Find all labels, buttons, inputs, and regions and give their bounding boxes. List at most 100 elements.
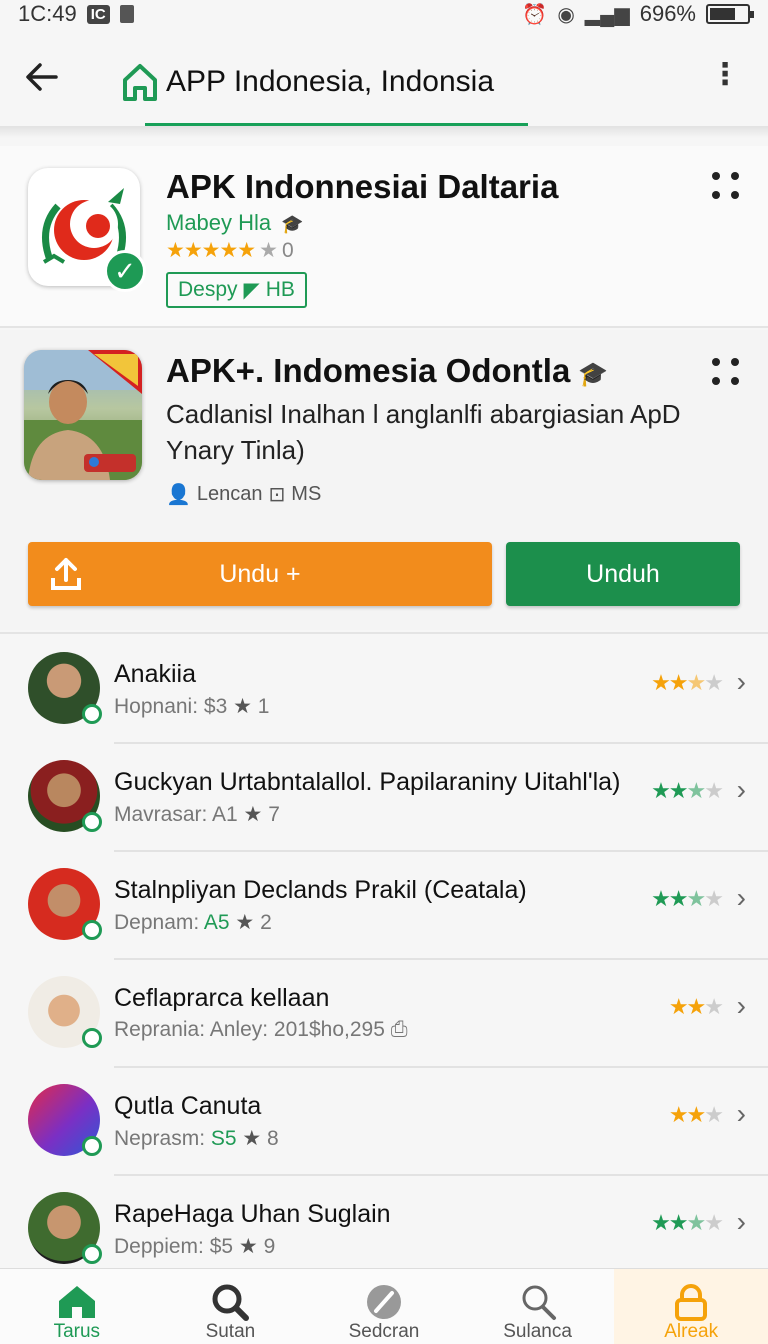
list-item[interactable]: Guckyan Urtabntalallol. Papilaraniny Uit… <box>0 744 768 852</box>
back-arrow-icon[interactable] <box>24 59 72 105</box>
star-rating: ★★★★ <box>651 886 724 912</box>
app-list: Anakiia Hopnani: $3 ★ 1 ★★★★ › Guckyan Urtab… <box>0 636 768 1284</box>
more-options-icon[interactable] <box>712 172 744 204</box>
gamepad-icon: ⊡ <box>268 484 286 506</box>
stars-half: ★ <box>686 886 707 911</box>
do-not-disturb-icon: ◉ <box>557 3 575 26</box>
chevron-right-icon[interactable]: › <box>737 1098 746 1130</box>
star-icon: ★ <box>237 803 269 826</box>
chevron-right-icon[interactable]: › <box>737 666 746 698</box>
status-time: 1C:49 <box>18 1 77 26</box>
online-status-icon <box>82 704 102 724</box>
subtitle-count: 8 <box>267 1127 279 1150</box>
tag-label: Despy <box>178 278 238 301</box>
chevron-right-icon[interactable]: › <box>737 774 746 806</box>
star-rating: ★★★★ <box>651 670 724 696</box>
stars-empty: ★ <box>704 1210 724 1235</box>
stars-empty: ★ <box>704 994 724 1019</box>
subtitle-count: 2 <box>260 911 272 934</box>
nav-item-lock[interactable]: Alreak <box>614 1269 768 1344</box>
subtitle-text: Deppiem: $5 <box>114 1235 234 1258</box>
subtitle-text: Mavrasar: A1 <box>114 803 238 826</box>
nav-label: Sedcran <box>348 1321 420 1342</box>
list-item[interactable]: Anakiia Hopnani: $3 ★ 1 ★★★★ › <box>0 636 768 744</box>
home-icon <box>58 1286 95 1318</box>
battery-icon <box>706 4 754 24</box>
star-rating: ★★★★★ <box>166 239 256 262</box>
online-status-icon <box>82 1028 102 1048</box>
rating-count: 0 <box>281 238 294 262</box>
category-tag[interactable]: Despy ◤ HB <box>166 272 307 308</box>
nav-item-search-zoom[interactable]: Sutan <box>154 1269 308 1344</box>
search-icon <box>522 1285 556 1320</box>
more-options-icon[interactable] <box>712 358 744 390</box>
nav-item-search[interactable]: Sulanca <box>461 1269 615 1344</box>
graduation-cap-icon: 🎓 <box>281 214 304 234</box>
secondary-download-label: Undu + <box>219 559 301 588</box>
divider <box>0 632 768 634</box>
meta-author: Lencan <box>196 483 263 505</box>
stars-full: ★★ <box>651 778 688 803</box>
avatar <box>28 652 102 724</box>
online-status-icon <box>82 812 102 832</box>
chevron-right-icon[interactable]: › <box>737 1206 746 1238</box>
online-status-icon <box>82 1244 102 1264</box>
developer-row[interactable]: Mabey Hla 🎓 <box>166 210 304 236</box>
star-rating: ★★★★ <box>651 1210 724 1236</box>
star-rating: ★★★ <box>669 1102 724 1128</box>
star-icon: ★ <box>233 1235 264 1258</box>
list-item-subtitle: Deppiem: $5 ★ 9 <box>114 1234 275 1259</box>
nav-label: Tarus <box>53 1321 101 1342</box>
stars-empty: ★ <box>704 670 724 695</box>
star-rating: ★★★★ <box>651 778 724 804</box>
app-card-detail[interactable]: APK+. Indomesia Odontla 🎓 Cadlanisl Inalh… <box>0 330 768 630</box>
nav-item-home[interactable]: Tarus <box>0 1269 154 1344</box>
online-status-icon <box>82 1136 102 1156</box>
subtitle-text: Hopnani: $3 <box>114 695 228 718</box>
stars-half: ★ <box>686 670 707 695</box>
download-button[interactable]: Unduh <box>506 542 740 606</box>
subtitle-value: S5 <box>210 1127 237 1150</box>
subtitle-text: Neprasm: <box>114 1127 211 1150</box>
star-rating: ★★★ <box>668 994 724 1020</box>
avatar <box>28 1192 102 1264</box>
app-bar-shadow <box>0 126 768 138</box>
list-item[interactable]: Qutla Canuta Neprasm: S5 ★ 8 ★★★ › <box>0 1068 768 1176</box>
chevron-right-icon[interactable]: › <box>737 882 746 914</box>
slash-circle-icon <box>366 1285 401 1319</box>
avatar <box>28 868 102 940</box>
nav-item-edit[interactable]: Sedcran <box>307 1269 461 1344</box>
subtitle-count: 7 <box>268 803 280 826</box>
subtitle-value: A5 <box>203 911 230 934</box>
list-item-title: Stalnpliyan Declands Prakil (Ceatala) <box>114 876 527 904</box>
portrait-image-icon <box>24 350 142 480</box>
printer-icon: ⎙ <box>390 1018 408 1041</box>
notification-square-icon <box>119 5 134 23</box>
list-item-subtitle: Hopnani: $3 ★ 1 <box>114 694 269 719</box>
developer-name: Mabey Hla <box>166 210 272 235</box>
stars-full: ★★ <box>668 994 706 1019</box>
star-icon: ★ <box>236 1127 268 1150</box>
nav-label: Sulanca <box>503 1321 572 1342</box>
chevron-right-icon[interactable]: › <box>737 990 746 1022</box>
alarm-icon: ⏰ <box>522 3 548 26</box>
person-icon: 👤 <box>166 484 191 506</box>
overflow-menu-icon[interactable]: ⋮ <box>710 60 740 90</box>
list-item-title: Anakiia <box>114 660 196 688</box>
list-item-title: Guckyan Urtabntalallol. Papilaraniny Uit… <box>114 768 621 796</box>
lock-icon <box>675 1284 708 1321</box>
app-bar: APP Indonesia, Indonsia ⋮ <box>0 40 768 124</box>
subtitle-text: Depnam: <box>114 911 204 934</box>
signal-icon: ▂▄▆ <box>584 3 630 26</box>
stars-full: ★★ <box>651 1210 688 1235</box>
app-card-featured[interactable]: ✓ APK Indonnesiai Daltaria Mabey Hla 🎓 ★★… <box>0 146 768 326</box>
online-status-icon <box>82 920 102 940</box>
stars-half: ★ <box>686 778 707 803</box>
subtitle-count: 1 <box>257 695 270 718</box>
notification-badge-icon: IC <box>86 4 110 24</box>
secondary-download-button[interactable]: Undu + <box>28 542 492 606</box>
avatar <box>28 976 102 1048</box>
list-item-subtitle: Mavrasar: A1 ★ 7 <box>114 802 280 827</box>
list-item[interactable]: Stalnpliyan Declands Prakil (Ceatala) Dep… <box>0 852 768 960</box>
list-item[interactable]: Ceflaprarca kellaan Reprania: Anley: 201$… <box>0 960 768 1068</box>
